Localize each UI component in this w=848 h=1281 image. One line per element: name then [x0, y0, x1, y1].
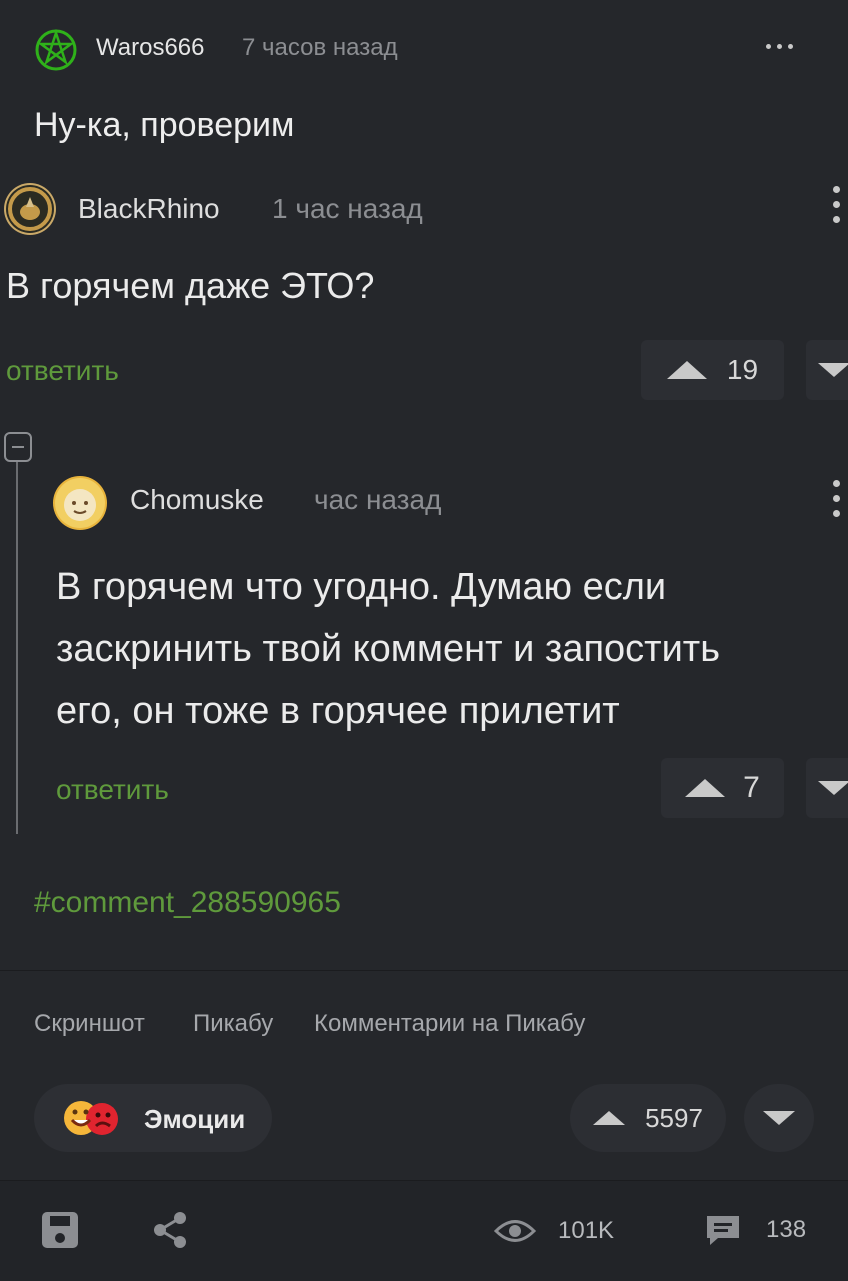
divider: [0, 970, 848, 971]
tag-pikabu[interactable]: Пикабу: [193, 1010, 273, 1038]
comment1-text: В горячем даже ЭТО?: [6, 265, 375, 306]
comment1-upvote-button[interactable]: 19: [641, 340, 784, 400]
post-vote-count: 5597: [645, 1102, 703, 1133]
comment2-vote-count: 7: [743, 771, 760, 804]
emotions-label: Эмоции: [144, 1104, 246, 1134]
minus-icon: [12, 446, 24, 448]
share-icon: [154, 1212, 186, 1248]
comment1-downvote-button[interactable]: [806, 340, 848, 400]
upvote-icon: [593, 1111, 626, 1125]
post-time: 7 часов назад: [242, 34, 398, 61]
comment1-menu-button[interactable]: [832, 186, 840, 223]
downvote-icon: [763, 1111, 795, 1125]
comment2-text: В горячем что угодно. Думаю если заскрин…: [56, 556, 720, 742]
pentagram-icon: [35, 28, 77, 71]
comment1-time: 1 час назад: [272, 193, 423, 224]
comment2-upvote-button[interactable]: 7: [661, 758, 784, 818]
post-menu-button[interactable]: [766, 44, 793, 49]
save-icon: [42, 1212, 78, 1248]
upvote-icon: [685, 779, 726, 797]
comment2-text-line: заскринить твой коммент и запостить: [56, 628, 720, 670]
comment1-author[interactable]: BlackRhino: [78, 193, 220, 225]
comment2-downvote-button[interactable]: [806, 758, 848, 818]
tag-screenshot[interactable]: Скриншот: [34, 1010, 145, 1038]
views-counter: 101K: [494, 1214, 614, 1248]
face-avatar-icon: [55, 478, 105, 528]
save-button[interactable]: [40, 1210, 80, 1250]
comment2-text-line: В горячем что угодно. Думаю если: [56, 566, 667, 608]
share-button[interactable]: [150, 1210, 190, 1250]
comment-icon: [707, 1216, 739, 1245]
comment1-vote-count: 19: [726, 354, 759, 385]
upvote-icon: [666, 361, 707, 379]
comment2-author[interactable]: Chomuske: [130, 484, 264, 516]
post-title[interactable]: Ну-ка, проверим: [34, 106, 294, 145]
rhino-avatar-icon: [6, 185, 54, 233]
thread-line[interactable]: [16, 462, 18, 834]
downvote-icon: [818, 363, 848, 377]
comment2-avatar[interactable]: [53, 476, 107, 530]
comment1-avatar[interactable]: [4, 183, 56, 235]
post-upvote-button[interactable]: 5597: [570, 1084, 726, 1152]
tag-comments-on-pikabu[interactable]: Комментарии на Пикабу: [314, 1010, 585, 1038]
thread-collapse-button[interactable]: [4, 432, 32, 462]
eye-icon: [494, 1220, 536, 1242]
emotions-button[interactable]: Эмоции: [34, 1084, 272, 1152]
comment-permalink[interactable]: #comment_288590965: [34, 886, 341, 920]
comment2-text-line: его, он тоже в горячее прилетит: [56, 690, 620, 732]
comments-counter[interactable]: 138: [704, 1212, 806, 1248]
post-author-name[interactable]: Waros666: [96, 34, 205, 62]
post-downvote-button[interactable]: [744, 1084, 814, 1152]
dot-icon: [766, 44, 771, 49]
dot-icon: [788, 44, 793, 49]
emotion-masks-icon: [62, 1098, 122, 1138]
post-author-avatar[interactable]: [34, 28, 78, 72]
dot-icon: [777, 44, 782, 49]
comment2-time: час назад: [314, 484, 442, 515]
comment2-menu-button[interactable]: [832, 480, 840, 517]
views-count: 101K: [558, 1217, 615, 1244]
comment1-reply-button[interactable]: ответить: [6, 355, 119, 387]
comments-count: 138: [766, 1216, 807, 1243]
downvote-icon: [818, 781, 848, 795]
comment2-reply-button[interactable]: ответить: [56, 774, 169, 806]
